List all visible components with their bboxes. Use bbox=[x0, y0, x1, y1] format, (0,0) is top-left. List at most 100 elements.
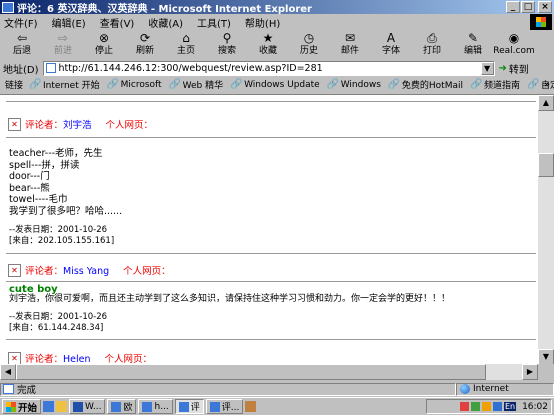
maximize-button[interactable]: □ bbox=[521, 1, 535, 13]
post-date: --发表日期：2001-10-26 bbox=[9, 225, 108, 235]
address-dropdown-button[interactable]: ▼ bbox=[480, 61, 494, 75]
refresh-icon: ⟳ bbox=[139, 31, 151, 45]
divider bbox=[6, 253, 536, 254]
search-button[interactable]: ⚲ 搜索 bbox=[209, 31, 245, 59]
forward-arrow-icon: ⇨ bbox=[57, 31, 69, 45]
toolbar: ⇦ 后退 ⇨ 前进 ⊗ 停止 ⟳ 刷新 ⌂ 主页 ⚲ 搜索 ★ 收藏 ◷ 历史 ✉ 邮件 A 字体 … bbox=[0, 31, 554, 59]
volume-tray-icon[interactable] bbox=[481, 402, 491, 411]
folder-quicklaunch-icon[interactable] bbox=[245, 401, 257, 412]
task-label: 欧 bbox=[123, 403, 133, 413]
link-page-icon: 🔗 bbox=[326, 79, 340, 90]
vertical-scroll-thumb[interactable] bbox=[538, 153, 554, 177]
antivirus-tray-icon[interactable] bbox=[459, 402, 469, 411]
horizontal-scroll-thumb[interactable] bbox=[16, 364, 486, 380]
link-page-icon: 🔗 bbox=[470, 79, 483, 90]
comment-header: ✕ 评论者： 刘宇浩 个人网页： bbox=[8, 117, 153, 131]
refresh-label: 刷新 bbox=[135, 46, 154, 56]
link-text: Web 精华 bbox=[182, 81, 224, 91]
menu-view[interactable]: 查看(V) bbox=[100, 15, 135, 30]
close-button[interactable]: × bbox=[538, 1, 552, 13]
link-microsoft[interactable]: 🔗 Microsoft bbox=[107, 79, 162, 90]
ime-indicator[interactable]: En bbox=[503, 402, 517, 411]
page-content: ✕ 评论者： 刘宇浩 个人网页： teacher---老师，先生 spell--… bbox=[0, 94, 554, 380]
address-bar: 地址(D) http://61.144.246.12:300/webquest/… bbox=[0, 60, 554, 76]
address-label: 地址(D) bbox=[3, 64, 39, 76]
forward-button[interactable]: ⇨ 前进 bbox=[45, 31, 81, 59]
link-web-best[interactable]: 🔗 Web 精华 bbox=[169, 78, 223, 91]
task-ou[interactable]: 欧 bbox=[107, 399, 137, 414]
menu-edit[interactable]: 编辑(E) bbox=[52, 15, 86, 30]
address-input[interactable]: http://61.144.246.12:300/webquest/review… bbox=[42, 60, 495, 76]
page-done-icon bbox=[3, 384, 14, 394]
status-bar: 完成 Internet bbox=[0, 382, 554, 396]
print-label: 打印 bbox=[422, 46, 441, 56]
link-page-icon: 🔗 bbox=[29, 79, 42, 90]
ie-app-icon[interactable] bbox=[2, 1, 14, 13]
favorites-label: 收藏 bbox=[258, 46, 277, 56]
internet-globe-icon bbox=[460, 384, 470, 394]
link-page-icon: 🔗 bbox=[168, 79, 182, 90]
link-internet-start[interactable]: 🔗 Internet 开始 bbox=[29, 78, 100, 91]
print-button[interactable]: ⎙ 打印 bbox=[414, 31, 450, 59]
home-button[interactable]: ⌂ 主页 bbox=[168, 31, 204, 59]
menu-tools[interactable]: 工具(T) bbox=[197, 15, 231, 30]
task-review-active[interactable]: 评 bbox=[174, 399, 204, 414]
refresh-button[interactable]: ⟳ 刷新 bbox=[127, 31, 163, 59]
menu-file[interactable]: 文件(F) bbox=[4, 15, 38, 30]
edit-button[interactable]: ✎ 编辑 bbox=[455, 31, 491, 59]
ie-icon bbox=[209, 401, 220, 412]
link-windows-update[interactable]: 🔗 Windows Update bbox=[230, 79, 320, 90]
stop-button[interactable]: ⊗ 停止 bbox=[86, 31, 122, 59]
minimize-button[interactable]: _ bbox=[506, 1, 520, 13]
favorites-icon: ★ bbox=[262, 31, 274, 45]
windows-logo-icon bbox=[530, 14, 552, 30]
task-review[interactable]: 评... bbox=[205, 399, 244, 414]
menu-help[interactable]: 帮助(H) bbox=[245, 15, 280, 30]
link-page-icon: 🔗 bbox=[527, 79, 540, 90]
go-button[interactable]: ➜ 转到 bbox=[499, 61, 529, 76]
status-text: 完成 bbox=[17, 385, 37, 396]
vertical-scrollbar[interactable]: ▲ ▼ bbox=[538, 95, 554, 365]
scrollbar-corner bbox=[538, 364, 554, 380]
horizontal-scrollbar[interactable]: ◀ ▶ bbox=[0, 364, 538, 380]
post-ip: [来自：61.144.248.34] bbox=[9, 323, 104, 333]
back-button[interactable]: ⇦ 后退 bbox=[4, 31, 40, 59]
start-button[interactable]: 开始 bbox=[2, 399, 42, 414]
scroll-left-button[interactable]: ◀ bbox=[0, 364, 16, 380]
links-bar: 链接 🔗 Internet 开始 🔗 Microsoft 🔗 Web 精华 🔗 Wind… bbox=[0, 77, 554, 92]
favorites-button[interactable]: ★ 收藏 bbox=[250, 31, 286, 59]
network-tray-icon[interactable] bbox=[470, 402, 480, 411]
commenter-name: Miss Yang bbox=[63, 266, 110, 277]
stop-icon: ⊗ bbox=[98, 31, 110, 45]
mail-button[interactable]: ✉ 邮件 bbox=[332, 31, 368, 59]
window-title: 评论：6 英汉辞典、汉英辞典 - Microsoft Internet Expl… bbox=[17, 3, 312, 15]
comment-header: ✕ 评论者： Miss Yang 个人网页： bbox=[8, 263, 171, 277]
scroll-up-button[interactable]: ▲ bbox=[538, 95, 554, 111]
font-button[interactable]: A 字体 bbox=[373, 31, 409, 59]
scroll-right-button[interactable]: ▶ bbox=[522, 364, 538, 380]
links-more-button[interactable]: » bbox=[544, 80, 550, 90]
search-label: 搜索 bbox=[217, 46, 236, 56]
scroll-down-button[interactable]: ▼ bbox=[538, 349, 554, 365]
clock[interactable]: 16:02 bbox=[522, 402, 548, 412]
messenger-tray-icon[interactable] bbox=[492, 402, 502, 411]
word-icon bbox=[73, 401, 84, 412]
task-h[interactable]: h... bbox=[138, 399, 173, 414]
ie-icon bbox=[111, 401, 122, 412]
ie-quicklaunch-icon[interactable] bbox=[43, 401, 55, 412]
menu-favorites[interactable]: 收藏(A) bbox=[148, 15, 183, 30]
font-label: 字体 bbox=[381, 46, 400, 56]
link-text: Microsoft bbox=[120, 79, 162, 90]
real-button[interactable]: ◉ Real.com bbox=[493, 31, 534, 59]
mail-icon: ✉ bbox=[344, 31, 356, 45]
link-channel-guide[interactable]: 🔗 频道指南 bbox=[470, 78, 520, 91]
link-windows[interactable]: 🔗 Windows bbox=[327, 79, 381, 90]
forward-label: 前进 bbox=[53, 46, 72, 56]
comment-line: bear---熊 bbox=[9, 182, 50, 194]
mail-label: 邮件 bbox=[340, 46, 359, 56]
desktop-quicklaunch-icon[interactable] bbox=[56, 401, 68, 412]
link-hotmail[interactable]: 🔗 免费的HotMail bbox=[388, 78, 463, 91]
task-word[interactable]: W... bbox=[69, 399, 106, 414]
comment-line: 我学到了很多吧？哈哈...... bbox=[9, 205, 123, 217]
history-button[interactable]: ◷ 历史 bbox=[291, 31, 327, 59]
